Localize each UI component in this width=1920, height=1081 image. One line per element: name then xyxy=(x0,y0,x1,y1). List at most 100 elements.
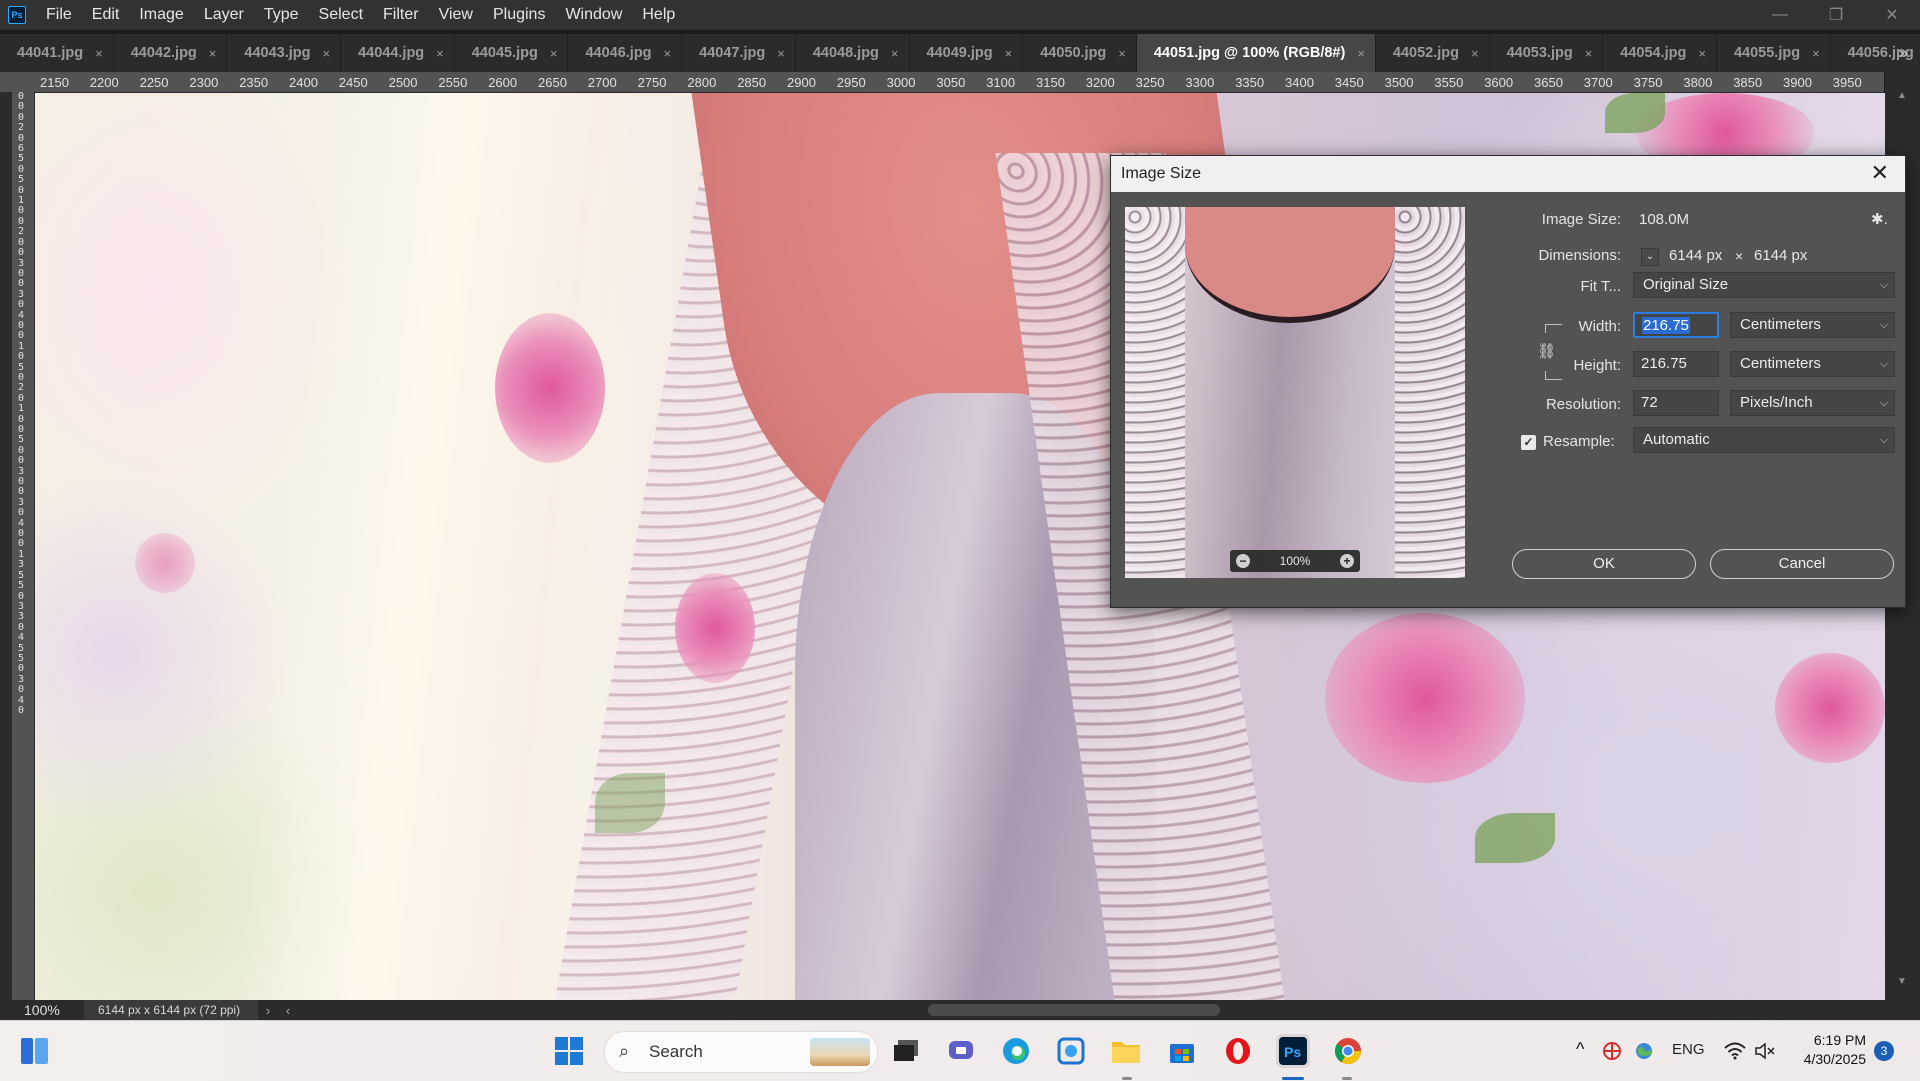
edge-browser-icon[interactable] xyxy=(999,1034,1033,1068)
opera-browser-icon[interactable] xyxy=(1221,1034,1255,1068)
notification-badge[interactable]: 3 xyxy=(1874,1041,1894,1061)
document-tab[interactable]: 44052.jpg × xyxy=(1376,34,1490,72)
preview-lace-right xyxy=(1395,207,1465,578)
document-tab[interactable]: 44049.jpg × xyxy=(910,34,1024,72)
document-info[interactable]: 6144 px x 6144 px (72 ppi) xyxy=(84,1000,258,1020)
document-tab[interactable]: 44043.jpg × xyxy=(227,34,342,72)
horizontal-ruler[interactable]: 2150 2200 2250 2300 2350 2400 2450 2500 2550 2600… xyxy=(34,72,1884,93)
document-tab-active[interactable]: 44051.jpg @ 100% (RGB/8#) × xyxy=(1136,34,1376,72)
photoshop-taskbar-icon[interactable]: Ps xyxy=(1276,1034,1310,1068)
tab-close-icon[interactable]: × xyxy=(664,46,672,61)
file-explorer-icon[interactable] xyxy=(1109,1034,1143,1068)
tab-close-icon[interactable]: × xyxy=(209,46,217,61)
dialog-title-bar[interactable]: Image Size ✕ xyxy=(1111,156,1905,192)
ruler-tick-label: 3350 xyxy=(1235,75,1265,90)
tab-close-icon[interactable]: × xyxy=(777,46,785,61)
horizontal-scroll-thumb[interactable] xyxy=(928,1004,1220,1016)
ok-button[interactable]: OK xyxy=(1512,549,1696,579)
taskbar-search[interactable]: ⌕ Search xyxy=(604,1031,878,1073)
menu-select[interactable]: Select xyxy=(309,0,373,30)
teams-chat-icon[interactable] xyxy=(944,1034,978,1068)
tab-close-icon[interactable]: × xyxy=(550,46,558,61)
tab-close-icon[interactable]: × xyxy=(1585,46,1593,61)
menu-type[interactable]: Type xyxy=(254,0,309,30)
document-tab[interactable]: 44046.jpg × xyxy=(568,34,683,72)
menu-file[interactable]: File xyxy=(36,0,82,30)
document-tab[interactable]: 44053.jpg × xyxy=(1490,34,1604,72)
widgets-icon[interactable] xyxy=(20,1037,50,1065)
width-unit-dropdown[interactable]: Centimeters ⌵ xyxy=(1730,312,1895,338)
document-tab[interactable]: 44047.jpg × xyxy=(682,34,796,72)
tab-close-icon[interactable]: × xyxy=(322,46,330,61)
document-tab[interactable]: 44050.jpg × xyxy=(1023,34,1137,72)
task-view-icon[interactable] xyxy=(889,1034,923,1068)
height-unit-dropdown[interactable]: Centimeters ⌵ xyxy=(1730,351,1895,377)
document-tab[interactable]: 44045.jpg × xyxy=(455,34,569,72)
horizontal-scrollbar[interactable] xyxy=(298,1000,1920,1020)
tab-overflow-icon[interactable]: » xyxy=(1899,34,1908,72)
minimize-icon[interactable]: — xyxy=(1752,0,1808,30)
start-icon[interactable] xyxy=(552,1034,586,1068)
menu-filter[interactable]: Filter xyxy=(373,0,429,30)
menu-help[interactable]: Help xyxy=(632,0,685,30)
cancel-button[interactable]: Cancel xyxy=(1710,549,1894,579)
scroll-down-icon[interactable]: ▼ xyxy=(1897,976,1907,987)
resample-checkbox[interactable]: ✓ xyxy=(1521,435,1536,450)
document-tab[interactable]: 44041.jpg × xyxy=(0,34,114,72)
document-tab[interactable]: 44048.jpg × xyxy=(796,34,910,72)
tab-close-icon[interactable]: × xyxy=(1005,46,1013,61)
volume-muted-icon[interactable] xyxy=(1752,1034,1778,1068)
document-tab[interactable]: 44044.jpg × xyxy=(341,34,455,72)
resolution-input[interactable]: 72 xyxy=(1633,390,1719,416)
scroll-left-icon[interactable]: ‹ xyxy=(278,1003,298,1018)
lens-app-icon[interactable] xyxy=(1054,1034,1088,1068)
gear-icon[interactable]: ✱. xyxy=(1871,210,1888,228)
document-tab[interactable]: 44055.jpg × xyxy=(1717,34,1831,72)
microsoft-store-icon[interactable] xyxy=(1165,1034,1199,1068)
vpn-globe-icon[interactable] xyxy=(1600,1034,1624,1068)
image-preview[interactable]: − 100% + xyxy=(1125,207,1465,578)
scroll-up-icon[interactable]: ▲ xyxy=(1897,90,1907,101)
tab-close-icon[interactable]: × xyxy=(1357,46,1365,61)
photoshop-logo-icon[interactable]: Ps xyxy=(8,6,26,24)
menu-edit[interactable]: Edit xyxy=(82,0,130,30)
tab-close-icon[interactable]: × xyxy=(1118,46,1126,61)
tab-close-icon[interactable]: × xyxy=(95,46,103,61)
document-tab[interactable]: 44054.jpg × xyxy=(1603,34,1717,72)
canvas-flower xyxy=(1775,653,1885,763)
close-icon[interactable]: ✕ xyxy=(1871,160,1889,186)
height-input[interactable]: 216.75 xyxy=(1633,351,1719,377)
resample-dropdown[interactable]: Automatic ⌵ xyxy=(1633,427,1895,453)
network-globe-icon[interactable] xyxy=(1632,1034,1656,1068)
system-clock[interactable]: 6:19 PM 4/30/2025 xyxy=(1796,1031,1866,1069)
vertical-ruler[interactable]: 0 0 0 2 0 6 5 0 5 0 1 0 0 2 0 0 3 0 0 3 … xyxy=(12,92,35,1000)
ruler-origin[interactable] xyxy=(0,72,34,92)
close-window-icon[interactable]: ✕ xyxy=(1864,0,1920,30)
status-menu-arrow-icon[interactable]: › xyxy=(258,1003,278,1018)
resolution-unit-dropdown[interactable]: Pixels/Inch ⌵ xyxy=(1730,390,1895,416)
ruler-tick-label: 3950 xyxy=(1832,75,1862,90)
tray-overflow-chevron-icon[interactable]: ^ xyxy=(1576,1039,1584,1060)
zoom-out-icon[interactable]: − xyxy=(1236,554,1250,568)
zoom-level[interactable]: 100% xyxy=(0,1002,84,1018)
wifi-icon[interactable] xyxy=(1722,1034,1748,1068)
menu-layer[interactable]: Layer xyxy=(194,0,254,30)
maximize-icon[interactable]: ❐ xyxy=(1808,0,1864,30)
tab-close-icon[interactable]: × xyxy=(891,46,899,61)
fit-to-dropdown[interactable]: Original Size ⌵ xyxy=(1633,272,1895,298)
menu-view[interactable]: View xyxy=(429,0,483,30)
zoom-in-icon[interactable]: + xyxy=(1339,554,1354,568)
width-input[interactable]: 216.75 xyxy=(1633,312,1719,338)
menu-window[interactable]: Window xyxy=(555,0,632,30)
menu-image[interactable]: Image xyxy=(129,0,193,30)
tab-close-icon[interactable]: × xyxy=(1471,46,1479,61)
tab-close-icon[interactable]: × xyxy=(1812,46,1820,61)
resample-value: Automatic xyxy=(1643,431,1710,448)
menu-plugins[interactable]: Plugins xyxy=(483,0,555,30)
tab-close-icon[interactable]: × xyxy=(1698,46,1706,61)
language-indicator[interactable]: ENG xyxy=(1672,1041,1705,1058)
tab-close-icon[interactable]: × xyxy=(436,46,444,61)
document-tab[interactable]: 44042.jpg × xyxy=(114,34,228,72)
chrome-browser-icon[interactable] xyxy=(1331,1034,1365,1068)
dimensions-units-dropdown-icon[interactable]: ⌄ xyxy=(1641,248,1659,266)
